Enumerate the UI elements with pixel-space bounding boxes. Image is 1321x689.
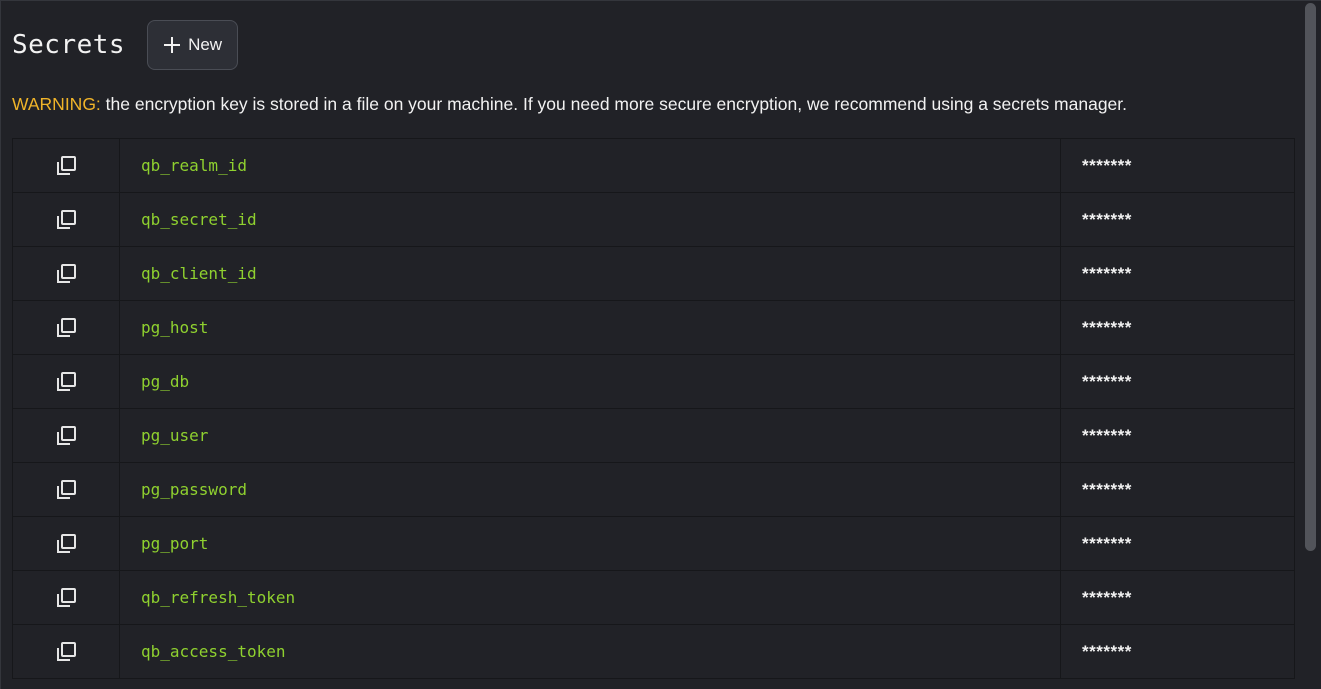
secret-name: pg_db [120,355,1061,408]
copy-button[interactable] [13,193,120,246]
copy-icon [55,533,77,555]
secret-value: ******* [1082,587,1132,607]
table-row: qb_client_id ******* [12,247,1295,301]
secret-name: pg_host [120,301,1061,354]
secret-name: pg_user [120,409,1061,462]
table-row: pg_db ******* [12,355,1295,409]
table-row: pg_port ******* [12,517,1295,571]
plus-icon [163,36,181,54]
copy-button[interactable] [13,625,120,678]
secret-name: pg_password [120,463,1061,516]
copy-icon [55,155,77,177]
copy-icon [55,479,77,501]
secret-value: ******* [1082,425,1132,445]
warning-label: WARNING: [12,94,101,114]
table-row: qb_access_token ******* [12,625,1295,679]
table-row: qb_realm_id ******* [12,139,1295,193]
secret-value: ******* [1082,371,1132,391]
copy-button[interactable] [13,301,120,354]
copy-icon [55,209,77,231]
secret-value: ******* [1082,317,1132,337]
secret-name: qb_access_token [120,625,1061,678]
table-row: pg_host ******* [12,301,1295,355]
page-header: Secrets New [12,19,239,71]
secrets-page: Secrets New WARNING: the encryption key … [0,0,1321,689]
copy-button[interactable] [13,355,120,408]
secret-value: ******* [1082,641,1132,661]
secrets-table: qb_realm_id ******* qb_secret_id ******* qb_… [12,138,1295,679]
copy-button[interactable] [13,139,120,192]
copy-icon [55,371,77,393]
copy-icon [55,317,77,339]
secret-value: ******* [1082,533,1132,553]
table-row: pg_user ******* [12,409,1295,463]
secret-value: ******* [1082,209,1132,229]
warning-text: the encryption key is stored in a file o… [100,94,1128,114]
new-secret-button[interactable]: New [147,20,239,70]
copy-button[interactable] [13,571,120,624]
copy-icon [55,263,77,285]
copy-icon [55,587,77,609]
new-button-label: New [188,35,223,54]
secret-name: qb_secret_id [120,193,1061,246]
secret-value: ******* [1082,155,1132,175]
copy-button[interactable] [13,463,120,516]
secret-name: pg_port [120,517,1061,570]
copy-button[interactable] [13,409,120,462]
copy-button[interactable] [13,247,120,300]
table-row: pg_password ******* [12,463,1295,517]
secret-name: qb_refresh_token [120,571,1061,624]
encryption-warning: WARNING: the encryption key is stored in… [12,94,1127,115]
copy-icon [55,425,77,447]
copy-button[interactable] [13,517,120,570]
copy-icon [55,641,77,663]
secret-name: qb_realm_id [120,139,1061,192]
secret-name: qb_client_id [120,247,1061,300]
scrollbar[interactable] [1305,3,1316,551]
table-row: qb_secret_id ******* [12,193,1295,247]
secret-value: ******* [1082,479,1132,499]
table-row: qb_refresh_token ******* [12,571,1295,625]
page-title: Secrets [12,30,126,60]
secret-value: ******* [1082,263,1132,283]
